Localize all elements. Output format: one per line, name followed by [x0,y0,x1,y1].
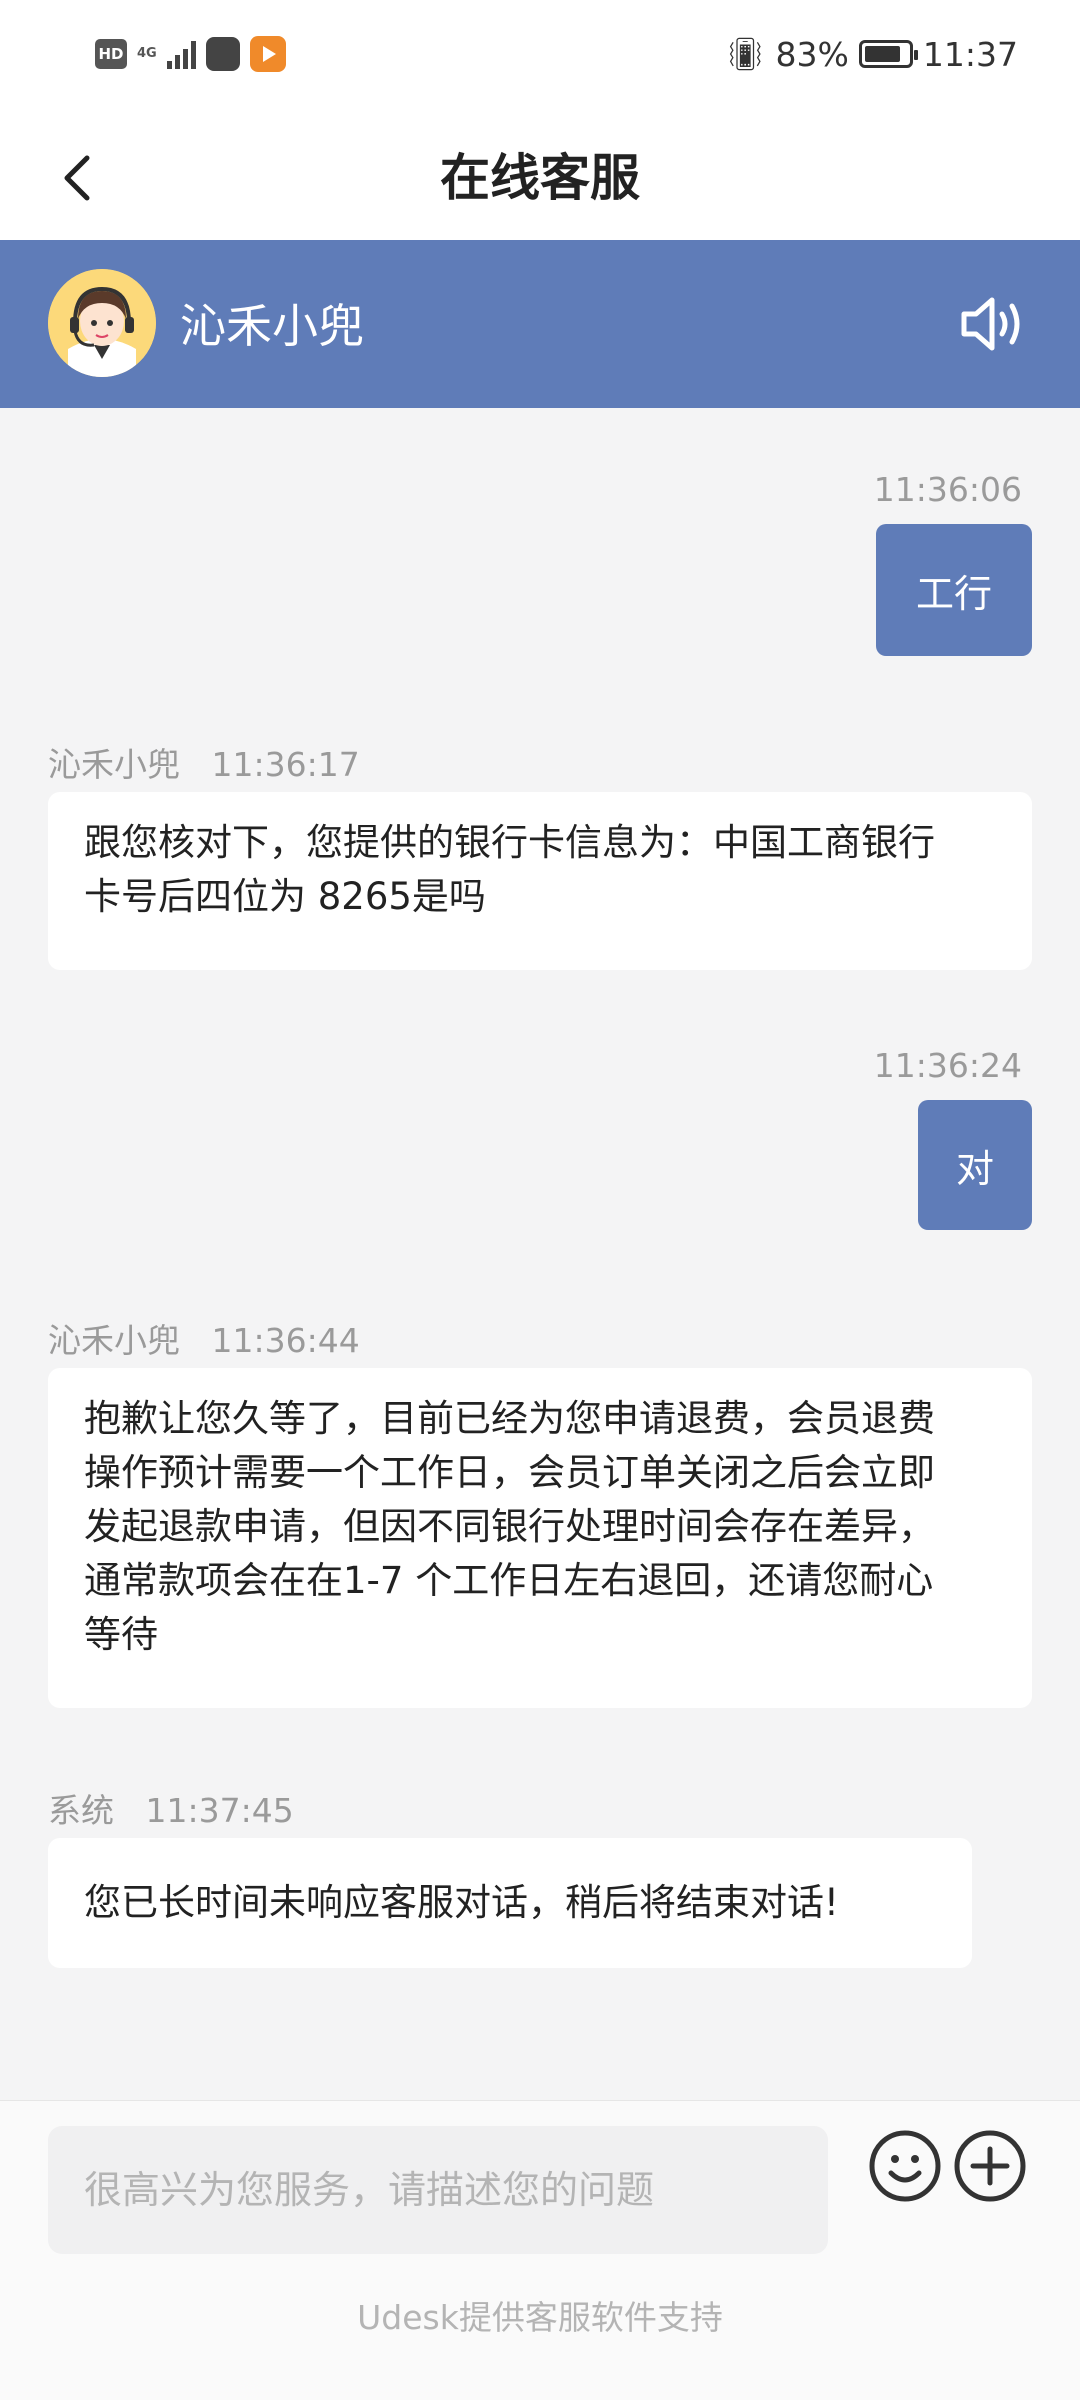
message-timestamp: 11:36:17 [211,745,360,784]
nav-bar: 在线客服 [0,110,1080,240]
message-line: 通常款项会在在1-7 个工作日左右退回，还请您耐心 [84,1559,934,1602]
input-bar: Udesk提供客服软件支持 [0,2100,1080,2400]
app-notification-icon [206,37,240,71]
network-type-label: 4G [137,46,157,61]
sender-name: 沁禾小兜 [48,745,180,784]
message-line: 发起退款申请，但因不同银行处理时间会存在差异， [84,1505,935,1548]
message-input[interactable] [48,2126,828,2254]
outgoing-message-bubble[interactable]: 工行 [876,524,1032,656]
incoming-message-bubble[interactable]: 抱歉让您久等了，目前已经为您申请退费，会员退费 操作预计需要一个工作日，会员订单… [48,1368,1032,1708]
message-line: 等待 [84,1613,158,1656]
page-title: 在线客服 [440,149,640,207]
speaker-icon [961,297,1020,351]
battery-icon [858,40,918,68]
plus-icon [954,2130,1026,2202]
system-message-bubble[interactable]: 您已长时间未响应客服对话，稍后将结束对话! [48,1838,972,1968]
agent-avatar [48,269,156,377]
status-right-icons: 📳︎ 83% 11:37 [725,30,1018,78]
message-timestamp: 11:36:06 [873,470,1022,509]
signal-icon [167,39,196,69]
agent-name: 沁禾小兜 [180,299,364,353]
sender-name: 系统 [48,1791,114,1830]
incoming-message-bubble[interactable]: 跟您核对下，您提供的银行卡信息为：中国工商银行 卡号后四位为 8265是吗 [48,792,1032,970]
emoji-icon [869,2130,941,2202]
outgoing-message-bubble[interactable]: 对 [918,1100,1032,1230]
battery-percent: 83% [775,34,849,74]
message-line: 操作预计需要一个工作日，会员订单关闭之后会立即 [84,1451,935,1494]
agent-header: 沁禾小兜 [0,240,1080,408]
status-bar: HD 4G 📳︎ 83% 11:37 [0,0,1080,110]
sender-name: 沁禾小兜 [48,1321,180,1360]
more-button[interactable] [953,2129,1027,2203]
clock: 11:37 [922,34,1018,74]
chat-area[interactable]: 11:36:06 工行 沁禾小兜 11:36:17 跟您核对下，您提供的银行卡信… [0,408,1080,2100]
message-timestamp: 11:37:45 [145,1791,294,1830]
powered-by-label: Udesk提供客服软件支持 [357,2298,723,2337]
hd-icon: HD [95,39,127,69]
message-timestamp: 11:36:24 [873,1046,1022,1085]
speaker-button[interactable] [958,288,1030,360]
emoji-button[interactable] [868,2129,942,2203]
message-meta: 系统 11:37:45 [48,1784,294,1832]
message-meta: 沁禾小兜 11:36:17 [48,738,360,786]
message-meta: 沁禾小兜 11:36:44 [48,1314,360,1362]
status-left-icons: HD 4G [95,32,286,76]
message-timestamp: 11:36:44 [211,1321,360,1360]
video-app-icon [250,36,286,72]
message-line: 卡号后四位为 8265是吗 [84,875,486,918]
message-line: 跟您核对下，您提供的银行卡信息为：中国工商银行 [84,821,935,864]
vibrate-icon: 📳︎ [724,35,766,73]
message-line: 抱歉让您久等了，目前已经为您申请退费，会员退费 [84,1397,935,1440]
message-line: 您已长时间未响应客服对话，稍后将结束对话! [84,1881,839,1924]
